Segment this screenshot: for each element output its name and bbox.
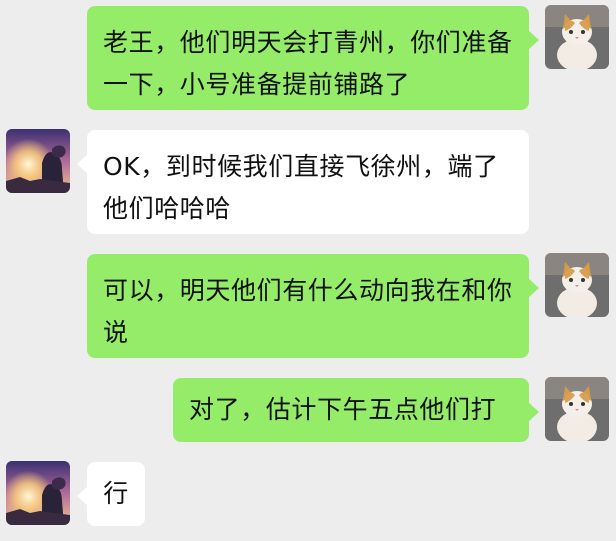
cat-avatar-icon[interactable] — [545, 253, 609, 317]
message-text: 老王，他们明天会打青州，你们准备一下，小号准备提前铺路了 — [103, 28, 513, 99]
message-bubble-outgoing[interactable]: 对了，估计下午五点他们打 — [173, 378, 539, 442]
message-bubble-outgoing[interactable]: 可以，明天他们有什么动向我在和你说 — [87, 254, 539, 358]
message-text: 可以，明天他们有什么动向我在和你说 — [103, 276, 513, 347]
message-text: OK，到时候我们直接飞徐州，端了他们哈哈哈 — [103, 152, 499, 223]
message-text: 行 — [103, 479, 129, 508]
chat-message-list: 老王，他们明天会打青州，你们准备一下，小号准备提前铺路了 OK，到时候我们直接飞… — [0, 0, 616, 541]
message-bubble-outgoing[interactable]: 老王，他们明天会打青州，你们准备一下，小号准备提前铺路了 — [87, 6, 539, 110]
cat-avatar-icon[interactable] — [545, 5, 609, 69]
sunset-avatar-icon[interactable] — [6, 461, 70, 525]
cat-avatar-icon[interactable] — [545, 377, 609, 441]
message-bubble-incoming[interactable]: 行 — [77, 462, 145, 526]
message-bubble-incoming[interactable]: OK，到时候我们直接飞徐州，端了他们哈哈哈 — [77, 130, 529, 234]
sunset-avatar-icon[interactable] — [6, 129, 70, 193]
message-text: 对了，估计下午五点他们打 — [189, 395, 497, 424]
